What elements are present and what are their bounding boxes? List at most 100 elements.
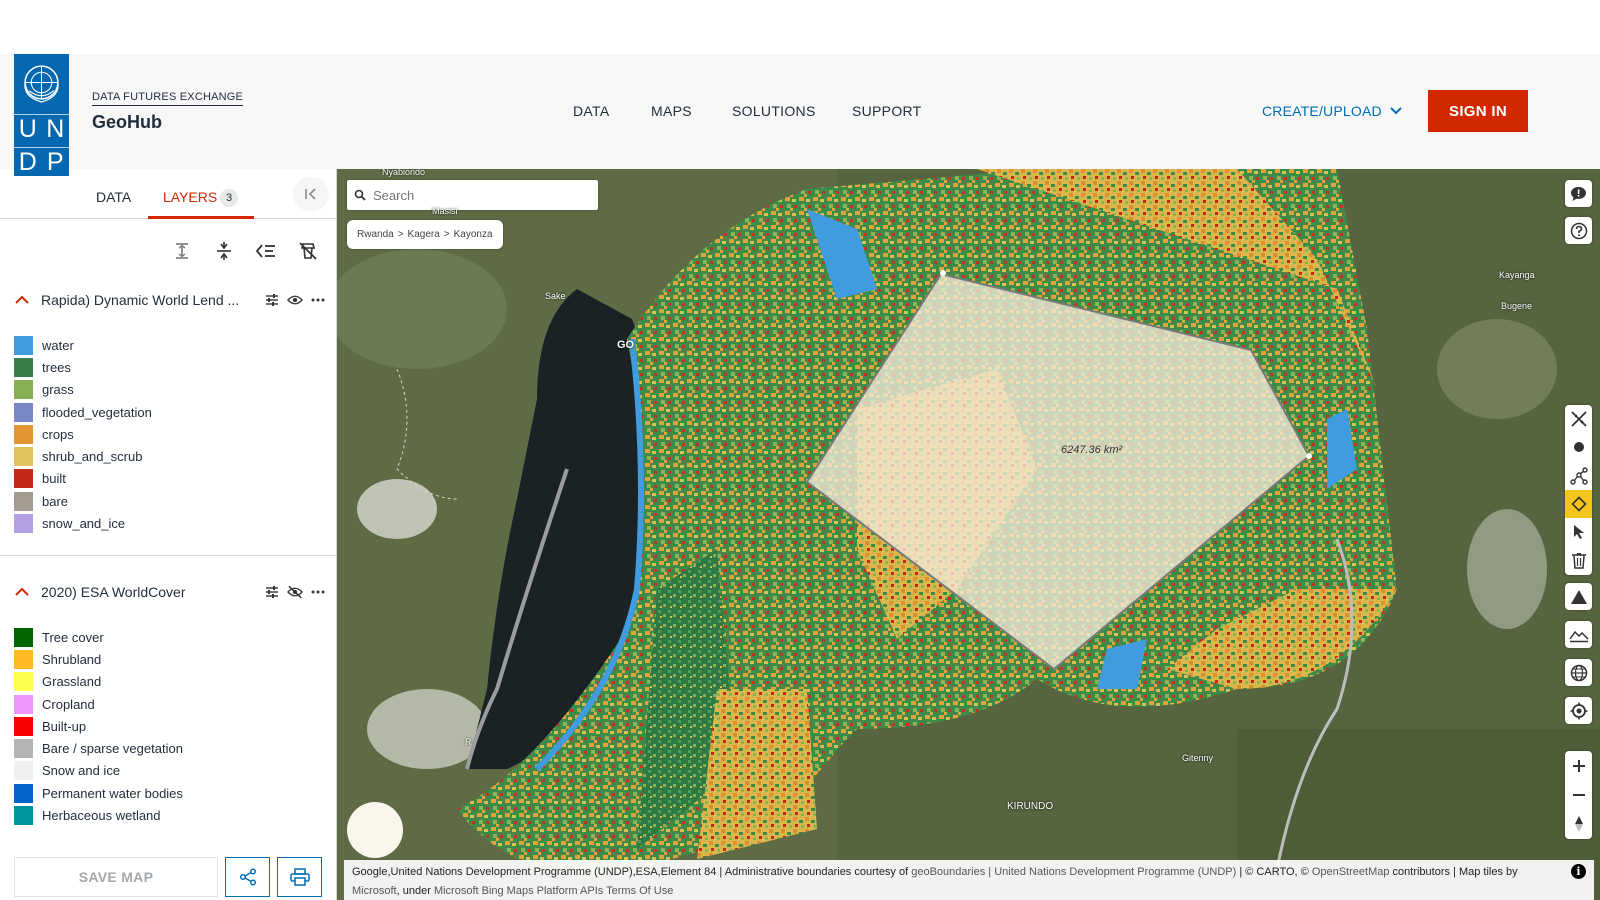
tab-layers-label: LAYERS	[163, 189, 218, 205]
elevation-profile-button[interactable]	[1565, 621, 1592, 648]
layer-name: 2020) ESA WorldCover	[41, 584, 186, 600]
nav-maps[interactable]: MAPS	[651, 103, 692, 119]
top-blank	[0, 0, 1600, 54]
print-button[interactable]	[277, 857, 322, 897]
map-canvas[interactable]: Rwanda > Kagera > Kayonza Nyabiondo Masi…	[337, 169, 1600, 900]
place-label: Kayanga	[1499, 270, 1535, 280]
legend-item: bare	[14, 490, 152, 512]
legend-item: grass	[14, 379, 152, 401]
breadcrumb: Rwanda > Kagera > Kayonza	[347, 220, 503, 249]
legend-item: trees	[14, 356, 152, 378]
sliders-icon[interactable]	[264, 583, 280, 601]
map-search[interactable]	[347, 180, 598, 210]
legend-swatch	[14, 380, 33, 400]
draw-polygon-button[interactable]	[1565, 489, 1592, 519]
attribution-link[interactable]: Microsoft	[352, 885, 397, 897]
globe-projection-button[interactable]	[1565, 659, 1592, 686]
share-button[interactable]	[225, 857, 270, 897]
search-input[interactable]	[373, 187, 588, 203]
reset-north-button[interactable]	[1565, 810, 1592, 839]
draw-line-button[interactable]	[1565, 462, 1592, 490]
zoom-controls	[1565, 751, 1592, 839]
legend-list-icon[interactable]	[254, 239, 278, 263]
legend-swatch	[14, 716, 33, 736]
chevron-up-icon[interactable]	[14, 584, 30, 600]
feedback-button[interactable]	[1565, 180, 1592, 207]
satellite-basemap	[337, 169, 1600, 900]
legend-swatch	[14, 627, 33, 647]
line-string-icon	[1569, 467, 1588, 485]
expand-all-icon[interactable]	[170, 239, 194, 263]
draw-point-button[interactable]	[1565, 433, 1592, 461]
legend-swatch	[14, 491, 33, 511]
breadcrumb-item[interactable]: Kagera	[408, 229, 440, 240]
delete-all-layers-icon[interactable]	[296, 239, 320, 263]
chevron-down-icon	[1390, 107, 1402, 115]
breadcrumb-item[interactable]: Rwanda	[357, 229, 394, 240]
brand-subtitle[interactable]: DATA FUTURES EXCHANGE	[92, 91, 244, 106]
layer-controls	[264, 291, 326, 309]
tab-data[interactable]: DATA	[96, 189, 131, 205]
attribution-text: contributors | Map tiles by	[1389, 866, 1518, 878]
place-label: Bugene	[1501, 301, 1533, 311]
legend-item: built	[14, 468, 152, 490]
legend-swatch	[14, 783, 33, 803]
geolocate-button[interactable]	[1565, 697, 1592, 724]
sliders-icon[interactable]	[264, 291, 280, 309]
more-options-icon[interactable]	[310, 291, 326, 309]
polygon-area-label: 6247.36 km²	[1061, 444, 1123, 456]
nav-data[interactable]: DATA	[573, 103, 609, 119]
breadcrumb-item[interactable]: Kayonza	[454, 229, 493, 240]
create-upload-menu[interactable]: CREATE/UPLOAD	[1262, 103, 1402, 119]
legend-label: Shrubland	[42, 651, 102, 667]
zoom-in-button[interactable]	[1565, 751, 1592, 780]
chat-bubble[interactable]	[347, 802, 403, 858]
place-label: KIRUNDO	[1007, 801, 1054, 812]
chevron-up-icon[interactable]	[14, 292, 30, 308]
terrain-button[interactable]	[1565, 583, 1592, 610]
legend-swatch	[14, 424, 33, 444]
collapse-all-icon[interactable]	[212, 239, 236, 263]
tab-layers[interactable]: LAYERS 3	[148, 169, 254, 219]
compass-icon	[1574, 816, 1583, 833]
cursor-icon	[1573, 525, 1584, 540]
sign-in-button[interactable]: SIGN IN	[1428, 90, 1528, 132]
layer-controls	[264, 583, 326, 601]
legend-label: Herbaceous wetland	[42, 808, 161, 824]
collapse-sidebar-button[interactable]	[293, 177, 329, 211]
delete-drawing-button[interactable]	[1565, 546, 1592, 574]
logo-letter: N	[41, 114, 69, 143]
legend-swatch	[14, 514, 33, 534]
printer-icon	[289, 868, 310, 886]
attribution-text: Google,United Nations Development Progra…	[352, 866, 912, 878]
legend-item: Tree cover	[14, 626, 183, 648]
info-icon[interactable]: i	[1571, 864, 1586, 879]
measure-tool-button[interactable]	[1565, 405, 1592, 433]
search-icon	[347, 189, 373, 201]
legend-label: flooded_vegetation	[42, 404, 152, 420]
eye-icon[interactable]	[287, 291, 303, 309]
layer-header[interactable]: 2020) ESA WorldCover	[14, 581, 329, 605]
attribution-link[interactable]: Microsoft Bing Maps Platform APIs Terms …	[434, 885, 673, 897]
select-tool-button[interactable]	[1565, 518, 1592, 546]
brand-title[interactable]: GeoHub	[92, 112, 162, 133]
layer-header[interactable]: Rapida) Dynamic World Lend ...	[14, 289, 329, 313]
attribution-link[interactable]: OpenStreetMap	[1312, 866, 1390, 878]
place-label: Nyabiondo	[382, 169, 426, 177]
mountain-icon	[1570, 589, 1587, 604]
zoom-out-button[interactable]	[1565, 780, 1592, 809]
legend-label: water	[42, 337, 74, 353]
legend-item: shrub_and_scrub	[14, 445, 152, 467]
legend-label: Snow and ice	[42, 763, 121, 779]
nav-support[interactable]: SUPPORT	[852, 103, 922, 119]
save-map-button[interactable]: SAVE MAP	[14, 857, 218, 897]
minus-icon	[1572, 793, 1585, 796]
nav-solutions[interactable]: SOLUTIONS	[732, 103, 816, 119]
attribution-link[interactable]: geoBoundaries | United Nations Developme…	[911, 866, 1236, 878]
legend-swatch	[14, 672, 33, 692]
eye-off-icon[interactable]	[287, 583, 303, 601]
undp-logo[interactable]: U N D P	[14, 54, 69, 176]
more-options-icon[interactable]	[310, 583, 326, 601]
help-button[interactable]	[1565, 217, 1592, 244]
legend-item: Permanent water bodies	[14, 782, 183, 804]
